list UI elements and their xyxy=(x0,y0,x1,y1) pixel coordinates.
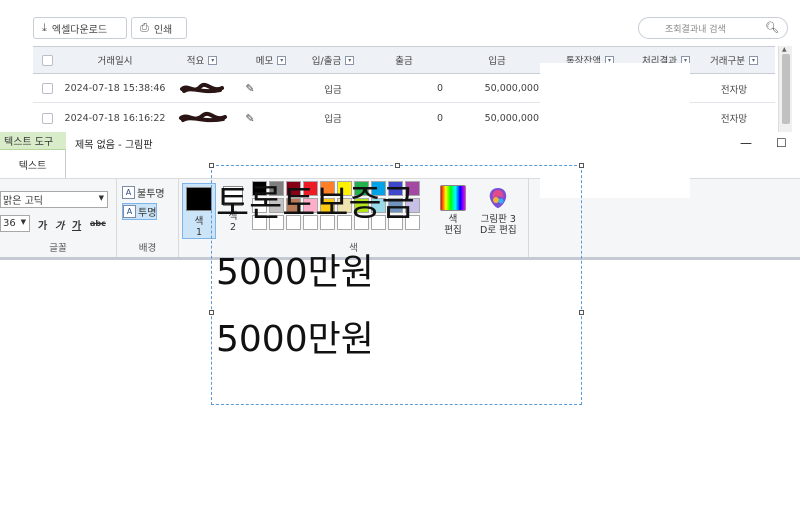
scroll-up-icon[interactable]: ▲ xyxy=(782,46,787,53)
edit-memo-icon[interactable]: ✎ xyxy=(235,75,265,102)
print-button[interactable]: ⎙ 인쇄 xyxy=(131,17,187,39)
italic-button[interactable]: 가 xyxy=(55,217,64,232)
printer-icon: ⎙ xyxy=(140,21,149,34)
search-placeholder: 조회결과내 검색 xyxy=(665,24,726,35)
col-withdrawal[interactable]: 출금 xyxy=(359,47,449,73)
opaque-icon: A xyxy=(122,186,135,199)
col-summary[interactable]: 적요 ▾ xyxy=(169,47,235,73)
row-type: 입금 xyxy=(324,84,342,96)
minimize-button[interactable]: — xyxy=(740,136,752,150)
row-type: 입금 xyxy=(324,114,342,125)
filter-icon[interactable]: ▾ xyxy=(277,55,287,65)
text-line-1: 토론토보증금 xyxy=(216,183,415,224)
text-tools-context-tab[interactable]: 텍스트 도구 텍스트 xyxy=(0,132,66,178)
download-icon: ⤓ xyxy=(42,21,47,34)
chevron-down-icon: ▼ xyxy=(20,218,26,226)
opaque-label: 불투명 xyxy=(137,189,165,200)
bold-button[interactable]: 가 xyxy=(38,217,47,232)
row-withdrawal: 0 xyxy=(436,112,443,124)
row-category: 전자망 xyxy=(720,114,748,125)
scroll-thumb[interactable] xyxy=(782,54,790,124)
tab-text[interactable]: 텍스트 xyxy=(0,150,66,178)
color1-label-a: 색 xyxy=(194,216,204,227)
background-group-label: 배경 xyxy=(138,243,157,254)
text-line-3: 5000만원 xyxy=(216,319,374,360)
canvas-text-box[interactable]: 토론토보증금 5000만원 5000만원 xyxy=(209,163,584,405)
col-deposit[interactable]: 입금 xyxy=(449,47,545,73)
col-category[interactable]: 거래구분 ▾ xyxy=(697,47,771,73)
maximize-button[interactable]: ☐ xyxy=(776,136,787,150)
filter-icon[interactable]: ▾ xyxy=(345,55,355,65)
resize-handle[interactable] xyxy=(395,163,400,168)
transparent-icon: A xyxy=(123,205,136,218)
print-label: 인쇄 xyxy=(153,24,173,36)
font-family-value: 맑은 고딕 xyxy=(3,196,43,207)
search-icon[interactable]: 🔍︎ xyxy=(765,21,779,34)
underline-button[interactable]: 가 xyxy=(72,217,81,232)
filter-icon[interactable]: ▾ xyxy=(208,55,218,65)
transparent-option[interactable]: A 투명 xyxy=(122,203,158,220)
font-group-label: 글꼴 xyxy=(49,243,67,254)
resize-handle[interactable] xyxy=(579,163,584,168)
row-datetime: 2024-07-18 15:38:46 xyxy=(64,83,166,94)
text-tools-header: 텍스트 도구 xyxy=(0,132,66,150)
color1-label-b: 1 xyxy=(195,227,203,238)
excel-download-label: 엑셀다운로드 xyxy=(51,24,108,36)
strikethrough-button[interactable]: abc xyxy=(90,219,106,228)
chevron-down-icon: ▼ xyxy=(98,194,104,202)
select-all-checkbox[interactable] xyxy=(37,47,57,73)
row-checkbox[interactable] xyxy=(37,104,57,132)
result-search-input[interactable]: 조회결과내 검색 🔍︎ xyxy=(638,17,788,39)
row-deposit: 50,000,000 xyxy=(484,83,539,94)
transparent-label: 투명 xyxy=(138,208,157,219)
row-datetime: 2024-07-18 16:16:22 xyxy=(64,112,166,124)
col-inout[interactable]: 입/출금 ▾ xyxy=(307,47,359,73)
font-size-value: 36 xyxy=(3,218,16,229)
resize-handle[interactable] xyxy=(209,310,214,315)
text-line-2: 5000만원 xyxy=(216,252,374,293)
resize-handle[interactable] xyxy=(579,310,584,315)
font-group: 맑은 고딕 ▼ 36 ▼ 가 가 가 abc 글꼴 xyxy=(0,179,117,257)
col-memo[interactable]: 메모 ▾ xyxy=(235,47,307,73)
redacted-summary xyxy=(163,104,243,132)
row-checkbox[interactable] xyxy=(37,75,57,102)
resize-handle[interactable] xyxy=(209,163,214,168)
opaque-option[interactable]: A 불투명 xyxy=(122,185,165,200)
table-scrollbar[interactable]: ▲ xyxy=(778,46,792,132)
color1-swatch xyxy=(186,187,212,211)
row-withdrawal: 0 xyxy=(436,83,443,94)
window-title: 제목 없음 - 그림판 xyxy=(75,140,153,151)
excel-download-button[interactable]: ⤓ 엑셀다운로드 xyxy=(33,17,127,39)
filter-icon[interactable]: ▾ xyxy=(748,55,758,65)
row-deposit: 50,000,000 xyxy=(484,112,539,124)
font-size-select[interactable]: 36 ▼ xyxy=(0,215,30,232)
row-category: 전자망 xyxy=(720,84,748,96)
redacted-summary xyxy=(169,75,235,102)
col-datetime[interactable]: 거래일시 xyxy=(61,47,169,73)
edit-memo-icon[interactable]: ✎ xyxy=(235,104,265,132)
font-family-select[interactable]: 맑은 고딕 ▼ xyxy=(0,191,108,208)
